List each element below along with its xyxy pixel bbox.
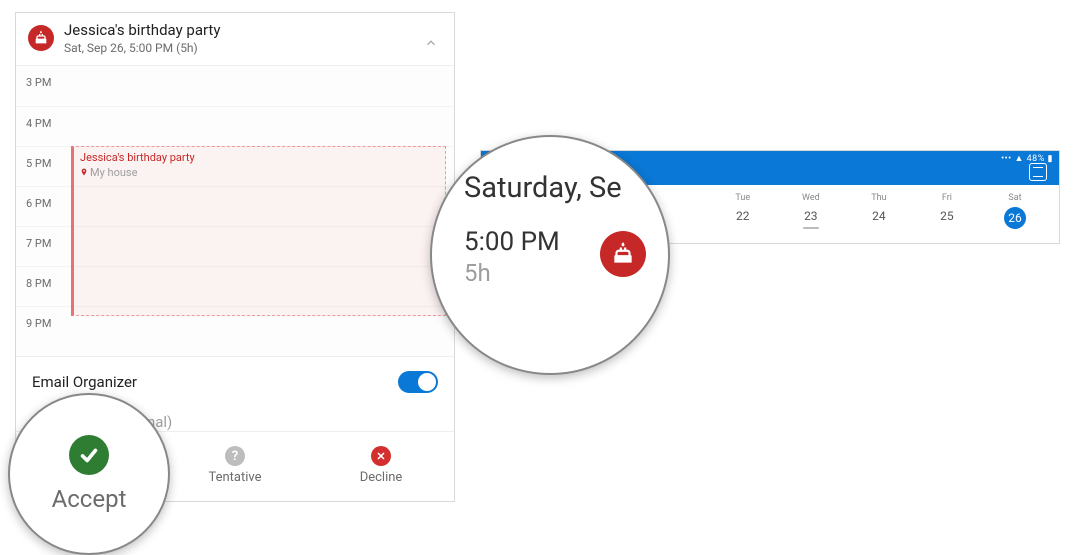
chevron-up-icon[interactable] xyxy=(424,35,438,49)
day-label: Tue xyxy=(709,193,777,203)
battery-icon: ▮ xyxy=(1048,154,1053,164)
email-organizer-toggle[interactable] xyxy=(398,371,438,393)
decline-icon xyxy=(371,446,391,466)
tentative-button[interactable]: Tentative xyxy=(162,432,308,501)
mag-day-line: Saturday, Se xyxy=(464,171,642,205)
decline-button[interactable]: Decline xyxy=(308,432,454,501)
cake-icon xyxy=(28,25,54,51)
day-label: Fri xyxy=(913,193,981,203)
accept-label: Accept xyxy=(52,485,127,513)
day-label: Sat xyxy=(981,193,1049,203)
day-col-wed[interactable]: Wed 23 xyxy=(777,193,845,229)
day-number: 22 xyxy=(709,209,777,223)
magnifier-accept: Accept xyxy=(8,393,170,555)
day-number-selected: 26 xyxy=(1004,207,1026,229)
day-number: 24 xyxy=(845,209,913,223)
hour-label: 7 PM xyxy=(26,237,51,250)
check-icon xyxy=(69,435,109,475)
hour-label: 9 PM xyxy=(26,317,51,330)
event-block[interactable]: Jessica's birthday party My house xyxy=(71,146,446,316)
invite-title: Jessica's birthday party xyxy=(64,21,220,39)
day-col-tue[interactable]: Tue 22 xyxy=(709,193,777,229)
hour-label: 5 PM xyxy=(26,157,51,170)
event-block-title: Jessica's birthday party xyxy=(80,151,439,164)
magnifier-event-detail: Saturday, Se 5:00 PM 5h xyxy=(430,135,670,375)
tentative-label: Tentative xyxy=(208,470,261,485)
agenda-icon[interactable] xyxy=(1029,163,1047,181)
email-organizer-label: Email Organizer xyxy=(32,373,137,391)
day-col-thu[interactable]: Thu 24 xyxy=(845,193,913,229)
hour-label: 8 PM xyxy=(26,277,51,290)
day-col-sat[interactable]: Sat 26 xyxy=(981,193,1049,229)
cake-icon xyxy=(600,231,646,277)
day-label: Thu xyxy=(845,193,913,203)
day-label: Wed xyxy=(777,193,845,203)
day-number: 23 xyxy=(777,209,845,229)
day-col-fri[interactable]: Fri 25 xyxy=(913,193,981,229)
event-block-location: My house xyxy=(90,166,137,179)
wifi-icon: ▲ xyxy=(1014,154,1023,164)
decline-label: Decline xyxy=(360,470,403,485)
day-number: 25 xyxy=(913,209,981,223)
tentative-icon xyxy=(225,446,245,466)
location-pin-icon xyxy=(80,166,88,179)
hour-label: 3 PM xyxy=(26,76,51,89)
timeline[interactable]: 3 PM 4 PM 5 PM 6 PM 7 PM 8 PM 9 PM Jessi… xyxy=(16,65,454,356)
invite-subtitle: Sat, Sep 26, 5:00 PM (5h) xyxy=(64,41,220,55)
hour-label: 6 PM xyxy=(26,197,51,210)
invite-header[interactable]: Jessica's birthday party Sat, Sep 26, 5:… xyxy=(16,13,454,65)
hour-label: 4 PM xyxy=(26,117,51,130)
